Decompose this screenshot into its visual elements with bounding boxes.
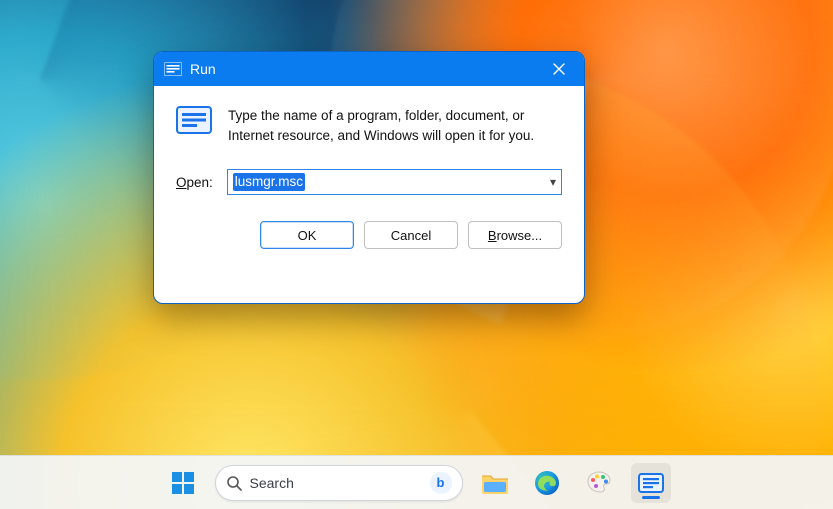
desktop: Run Type the name of a program, folder, bbox=[0, 0, 833, 509]
taskbar: Search b bbox=[0, 455, 833, 509]
ok-button[interactable]: OK bbox=[260, 221, 354, 249]
titlebar[interactable]: Run bbox=[154, 52, 584, 86]
taskbar-edge[interactable] bbox=[527, 463, 567, 503]
open-label: Open: bbox=[176, 175, 213, 190]
taskbar-file-explorer[interactable] bbox=[475, 463, 515, 503]
browse-button[interactable]: Browse... bbox=[468, 221, 562, 249]
active-indicator bbox=[642, 496, 660, 499]
close-button[interactable] bbox=[540, 55, 578, 83]
search-icon bbox=[226, 475, 242, 491]
windows-logo-icon bbox=[170, 470, 196, 496]
run-icon bbox=[638, 473, 664, 493]
taskbar-paint[interactable] bbox=[579, 463, 619, 503]
dialog-body: Type the name of a program, folder, docu… bbox=[154, 86, 584, 195]
taskbar-search[interactable]: Search b bbox=[215, 465, 463, 501]
dialog-buttons: OK Cancel Browse... bbox=[154, 195, 584, 249]
paint-icon bbox=[585, 469, 613, 497]
start-button[interactable] bbox=[163, 463, 203, 503]
cancel-button[interactable]: Cancel bbox=[364, 221, 458, 249]
search-placeholder: Search bbox=[250, 475, 422, 491]
run-icon bbox=[164, 62, 182, 76]
folder-icon bbox=[480, 470, 510, 496]
run-dialog: Run Type the name of a program, folder, bbox=[153, 51, 585, 304]
close-icon bbox=[553, 63, 565, 75]
dialog-title: Run bbox=[190, 61, 532, 77]
command-input[interactable] bbox=[227, 169, 562, 195]
dialog-description: Type the name of a program, folder, docu… bbox=[228, 106, 562, 145]
run-icon bbox=[176, 106, 212, 134]
command-combobox[interactable]: lusmgr.msc ▾ bbox=[227, 169, 562, 195]
edge-icon bbox=[533, 469, 561, 497]
bing-icon[interactable]: b bbox=[430, 472, 452, 494]
run-body-icon bbox=[176, 106, 212, 145]
